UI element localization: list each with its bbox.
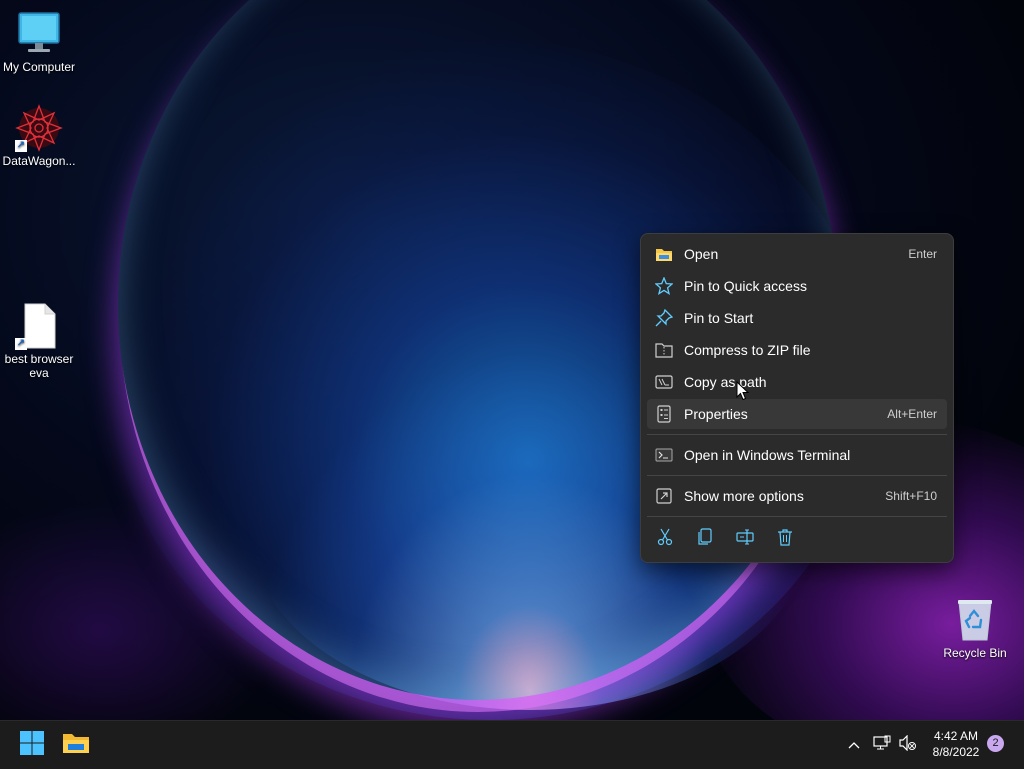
desktop-icon-recycle-bin[interactable]: Recycle Bin (936, 596, 1014, 660)
properties-icon (655, 405, 673, 423)
menu-item-label: Show more options (684, 488, 804, 504)
menu-item-pin-to-start[interactable]: Pin to Start (647, 303, 947, 333)
network-button[interactable] (870, 721, 894, 769)
start-button[interactable] (12, 725, 52, 765)
clock-date: 8/8/2022 (932, 745, 980, 759)
terminal-icon (655, 446, 673, 464)
quick-action-bar (649, 524, 809, 554)
menu-item-shortcut: Alt+Enter (887, 407, 937, 421)
desktop-icon-label: My Computer (2, 60, 76, 74)
context-menu: Open Enter Pin to Quick access Pin to St… (640, 233, 954, 563)
mouse-cursor-icon (736, 380, 750, 406)
menu-item-label: Pin to Quick access (684, 278, 807, 294)
delete-button[interactable] (769, 524, 801, 554)
rename-button[interactable] (729, 524, 761, 554)
star-icon (655, 277, 673, 295)
menu-separator (647, 475, 947, 476)
delete-icon (777, 528, 793, 551)
more-options-icon (655, 487, 673, 505)
windows-logo-icon (19, 730, 45, 761)
menu-item-compress-zip[interactable]: Compress to ZIP file (647, 335, 947, 365)
file-explorer-taskbar-button[interactable] (56, 725, 96, 765)
datawagon-app-icon: ↗ (15, 104, 63, 152)
copy-button[interactable] (689, 524, 721, 554)
volume-button[interactable] (896, 721, 920, 769)
menu-item-label: Properties (684, 406, 748, 422)
menu-item-show-more-options[interactable]: Show more options Shift+F10 (647, 481, 947, 511)
desktop-icon-datawagon[interactable]: ↗ DataWagon... (0, 104, 78, 168)
copy-icon (697, 527, 713, 551)
taskbar: 4:42 AM 8/8/2022 (0, 720, 1024, 769)
pin-icon (655, 309, 673, 327)
menu-item-label: Open (684, 246, 719, 262)
menu-item-shortcut: Enter (908, 247, 937, 261)
menu-item-properties[interactable]: Properties Alt+Enter (647, 399, 947, 429)
network-disconnected-icon (873, 735, 891, 756)
zip-folder-icon (655, 341, 673, 359)
chevron-up-icon (848, 736, 860, 754)
clock-time: 4:42 AM (933, 729, 979, 743)
recycle-bin-icon (951, 596, 999, 644)
menu-separator (647, 516, 947, 517)
menu-item-open[interactable]: Open Enter (647, 239, 947, 269)
shortcut-arrow-icon: ↗ (15, 140, 27, 152)
cut-button[interactable] (649, 524, 681, 554)
monitor-icon (15, 10, 63, 58)
desktop-icon-my-computer[interactable]: My Computer (0, 10, 78, 74)
desktop-icon-best-browser-eva[interactable]: ↗ best browser eva (0, 302, 78, 380)
show-hidden-icons-button[interactable] (842, 721, 866, 769)
desktop-icon-label: best browser eva (4, 352, 74, 380)
desktop-icon-label: DataWagon... (2, 154, 76, 168)
menu-item-pin-quick-access[interactable]: Pin to Quick access (647, 271, 947, 301)
menu-item-shortcut: Shift+F10 (885, 489, 937, 503)
notification-count-badge[interactable]: 2 (987, 735, 1004, 752)
speaker-muted-icon (899, 734, 917, 756)
menu-item-open-in-terminal[interactable]: Open in Windows Terminal (647, 440, 947, 470)
desktop-icon-label: Recycle Bin (943, 646, 1007, 660)
file-explorer-icon (62, 731, 90, 760)
folder-icon (655, 245, 673, 263)
cut-icon (656, 528, 674, 551)
menu-item-copy-as-path[interactable]: Copy as path (647, 367, 947, 397)
copy-path-icon (655, 373, 673, 391)
menu-item-label: Copy as path (684, 374, 767, 390)
menu-separator (647, 434, 947, 435)
shortcut-arrow-icon: ↗ (15, 338, 27, 350)
menu-item-label: Open in Windows Terminal (684, 447, 851, 463)
menu-item-label: Pin to Start (684, 310, 754, 326)
blank-file-icon: ↗ (15, 302, 63, 350)
taskbar-clock[interactable]: 4:42 AM 8/8/2022 (920, 728, 992, 760)
rename-icon (736, 529, 754, 550)
menu-item-label: Compress to ZIP file (684, 342, 811, 358)
